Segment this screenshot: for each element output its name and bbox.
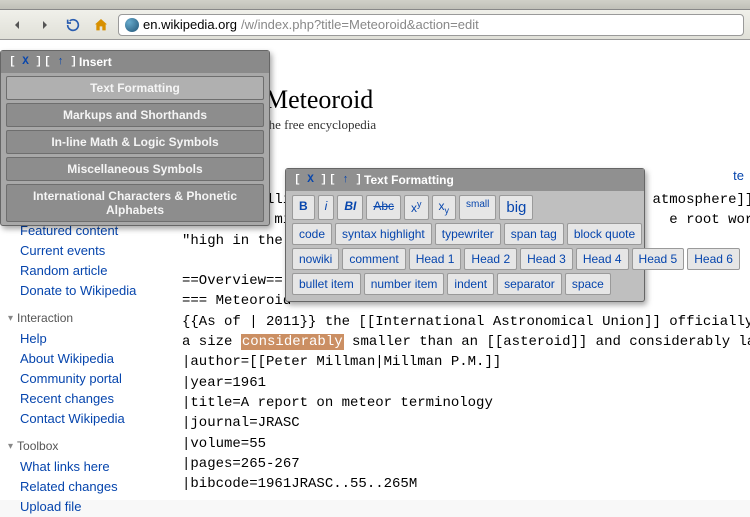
editor-line: ==Overview== [182,273,283,289]
sidebar-header-toolbox[interactable]: Toolbox [8,439,162,453]
fmt-blockquote-button[interactable]: block quote [567,223,642,245]
fmt-bullet-button[interactable]: bullet item [292,273,361,295]
fmt-separator-button[interactable]: separator [497,273,562,295]
fmt-head1-button[interactable]: Head 1 [409,248,462,270]
insert-panel-header: [ X ] [ ↑ ] Insert [1,51,269,73]
editor-line: |author=[[Peter Millman|Millman P.M.]] [182,354,501,370]
fmt-small-button[interactable]: small [459,195,496,220]
fmt-comment-button[interactable]: comment [342,248,405,270]
site-identity-icon [125,18,139,32]
sidebar-item-random[interactable]: Random article [14,261,162,281]
insert-panel-title: Insert [79,55,112,69]
page-subtitle: the free encyclopedia [265,117,376,133]
insert-panel: [ X ] [ ↑ ] Insert Text Formatting Marku… [0,50,270,226]
sidebar-item-help[interactable]: Help [14,329,162,349]
article-header: Meteoroid the free encyclopedia [265,85,376,133]
fmt-typewriter-button[interactable]: typewriter [435,223,501,245]
address-bar[interactable]: en.wikipedia.org/w/index.php?title=Meteo… [118,14,744,36]
fmt-head5-button[interactable]: Head 5 [632,248,685,270]
fmt-span-button[interactable]: span tag [504,223,564,245]
text-formatting-panel: [ X ] [ ↑ ] Text Formatting B i BI Abc x… [285,168,645,302]
sidebar-header-interaction[interactable]: Interaction [8,311,162,325]
sidebar-item-upload[interactable]: Upload file [14,497,162,517]
insert-item-misc-symbols[interactable]: Miscellaneous Symbols [6,157,264,181]
back-button[interactable] [6,14,28,36]
editor-line: |bibcode=1961JRASC..55..265M [182,476,417,492]
fmt-syntax-button[interactable]: syntax highlight [335,223,432,245]
url-domain: en.wikipedia.org [143,17,237,32]
fmt-big-button[interactable]: big [499,195,533,220]
browser-tab-strip [0,0,750,10]
refresh-button[interactable] [62,14,84,36]
editor-line: |pages=265-267 [182,456,300,472]
fmt-head6-button[interactable]: Head 6 [687,248,740,270]
fmt-number-button[interactable]: number item [364,273,445,295]
editor-line: |journal=JRASC [182,415,300,431]
fmt-head4-button[interactable]: Head 4 [576,248,629,270]
fmt-collapse-button[interactable]: ↑ [342,174,349,186]
editor-line: a size [182,334,241,350]
fmt-code-button[interactable]: code [292,223,332,245]
fmt-bold-italic-button[interactable]: BI [337,195,363,220]
fmt-italic-button[interactable]: i [318,195,335,220]
fmt-head2-button[interactable]: Head 2 [464,248,517,270]
page-title: Meteoroid [265,85,376,115]
editor-line: e root word " [669,212,750,228]
insert-item-international[interactable]: International Characters & Phonetic Alph… [6,184,264,222]
fmt-panel-header: [ X ] [ ↑ ] Text Formatting [286,169,644,191]
hide-link-fragment: te [733,168,744,183]
home-button[interactable] [90,14,112,36]
editor-line: |year=1961 [182,375,266,391]
forward-button[interactable] [34,14,56,36]
editor-line: smaller than an [[asteroid]] and conside… [344,334,750,350]
sidebar-item-contact[interactable]: Contact Wikipedia [14,409,162,429]
sidebar-item-related-changes[interactable]: Related changes [14,477,162,497]
insert-item-math[interactable]: In-line Math & Logic Symbols [6,130,264,154]
fmt-bold-button[interactable]: B [292,195,315,220]
sidebar-item-current-events[interactable]: Current events [14,241,162,261]
editor-line: "high in the [182,233,291,249]
fmt-space-button[interactable]: space [565,273,611,295]
url-path: /w/index.php?title=Meteoroid&action=edit [241,17,479,32]
sidebar-item-recent-changes[interactable]: Recent changes [14,389,162,409]
insert-item-text-formatting[interactable]: Text Formatting [6,76,264,100]
editor-line: |volume=55 [182,436,266,452]
browser-nav-bar: en.wikipedia.org/w/index.php?title=Meteo… [0,10,750,40]
insert-close-button[interactable]: X [22,56,29,68]
fmt-panel-title: Text Formatting [364,173,454,187]
sidebar-item-about[interactable]: About Wikipedia [14,349,162,369]
fmt-superscript-button[interactable]: xy [404,195,429,220]
fmt-subscript-button[interactable]: xy [432,195,457,220]
fmt-head3-button[interactable]: Head 3 [520,248,573,270]
editor-selection: considerably [241,334,344,350]
fmt-close-button[interactable]: X [307,174,314,186]
sidebar-item-whatlinks[interactable]: What links here [14,457,162,477]
editor-line: {{As of | 2011}} the [[International Ast… [182,314,750,330]
editor-line: |title=A report on meteor terminology [182,395,493,411]
fmt-strike-button[interactable]: Abc [366,195,401,220]
sidebar-item-donate[interactable]: Donate to Wikipedia [14,281,162,301]
fmt-indent-button[interactable]: indent [447,273,494,295]
sidebar-item-community[interactable]: Community portal [14,369,162,389]
insert-collapse-button[interactable]: ↑ [57,56,64,68]
insert-item-markups[interactable]: Markups and Shorthands [6,103,264,127]
fmt-nowiki-button[interactable]: nowiki [292,248,339,270]
